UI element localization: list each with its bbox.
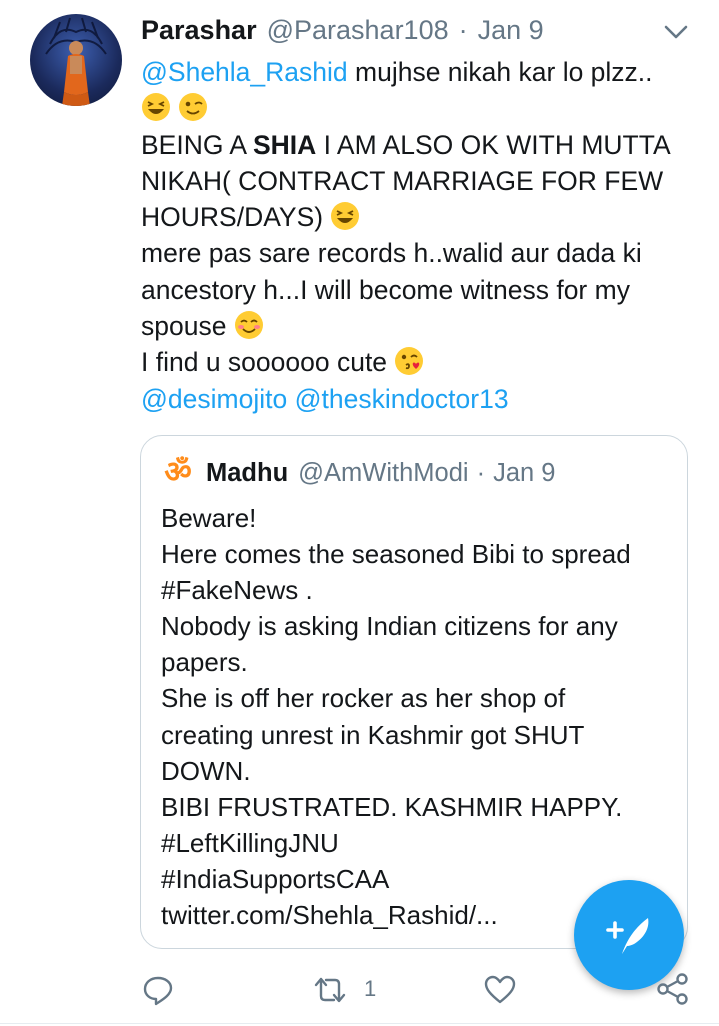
text-line: papers. <box>161 647 248 678</box>
author-avatar[interactable] <box>30 14 122 106</box>
hashtag-line: #FakeNews . <box>161 575 313 606</box>
quoted-author-handle: @AmWithModi <box>298 458 469 487</box>
text-span: BEING A <box>141 129 253 160</box>
text-line: ancestory h...I will become witness for … <box>141 274 630 305</box>
meta-separator: · <box>476 458 486 487</box>
divider <box>0 1023 719 1024</box>
tweet-header: Parashar @Parashar108 · Jan 9 <box>141 12 544 48</box>
mention-link[interactable]: @Shehla_Rashid <box>141 57 348 87</box>
meta-separator: · <box>458 14 468 45</box>
tweet-date[interactable]: Jan 9 <box>478 15 544 46</box>
text-line: mere pas sare records h..walid aur dada … <box>141 238 642 269</box>
quoted-author-name: Madhu <box>206 458 289 487</box>
tweet-text: @Shehla_Rashid mujhse nikah kar lo plzz.… <box>141 54 701 417</box>
text-line: DOWN. <box>161 755 251 786</box>
text-line: She is off her rocker as her shop of <box>161 683 566 714</box>
quoted-tweet[interactable]: ॐ Madhu @AmWithModi · Jan 9 Beware! Here… <box>140 435 688 949</box>
text-line: Nobody is asking Indian citizens for any <box>161 611 618 642</box>
compose-tweet-icon <box>606 918 649 954</box>
retweet-icon[interactable] <box>312 976 348 1004</box>
heart-icon[interactable] <box>484 975 516 1005</box>
quoted-author-avatar: ॐ <box>164 456 192 489</box>
mention-link[interactable]: @theskindoctor13 <box>295 384 509 414</box>
text-line: BIBI FRUSTRATED. KASHMIR HAPPY. <box>161 791 623 822</box>
grinning-squinting-emoji-icon <box>142 93 170 122</box>
share-icon[interactable] <box>656 972 690 1006</box>
text-line: Beware! <box>161 503 257 533</box>
chevron-down-icon[interactable] <box>662 20 690 44</box>
quoted-tweet-date: Jan 9 <box>493 458 556 487</box>
author-name[interactable]: Parashar <box>141 15 257 46</box>
text-span: I AM ALSO OK WITH MUTTA <box>316 129 671 160</box>
text-span: spouse <box>141 311 227 342</box>
text-line: creating unrest in Kashmir got SHUT <box>161 719 585 750</box>
retweet-count: 1 <box>364 976 377 1001</box>
grinning-squinting-emoji-icon <box>331 202 360 231</box>
face-blowing-kiss-icon <box>395 347 424 376</box>
text-span: HOURS/DAYS) <box>141 202 324 233</box>
mention-link[interactable]: @desimojito <box>141 384 287 414</box>
text-line: Here comes the seasoned Bibi to spread <box>161 539 631 570</box>
hashtag-line: #LeftKillingJNU <box>161 827 339 858</box>
reply-icon[interactable] <box>142 974 174 1006</box>
smiling-blush-emoji-icon <box>234 311 263 340</box>
winking-face-icon <box>179 93 208 122</box>
tweet-actions <box>0 966 719 1016</box>
text-span: mujhse nikah kar lo plzz.. <box>347 57 653 87</box>
quoted-tweet-header: ॐ Madhu @AmWithModi · Jan 9 <box>161 456 555 490</box>
text-line: NIKAH( CONTRACT MARRIAGE FOR FEW <box>141 165 664 196</box>
text-span: I find u soooooo cute <box>141 347 388 378</box>
bold-text: SHIA <box>252 129 317 160</box>
author-handle[interactable]: @Parashar108 <box>267 15 449 46</box>
quoted-tweet-text: Beware! Here comes the seasoned Bibi to … <box>161 500 681 933</box>
